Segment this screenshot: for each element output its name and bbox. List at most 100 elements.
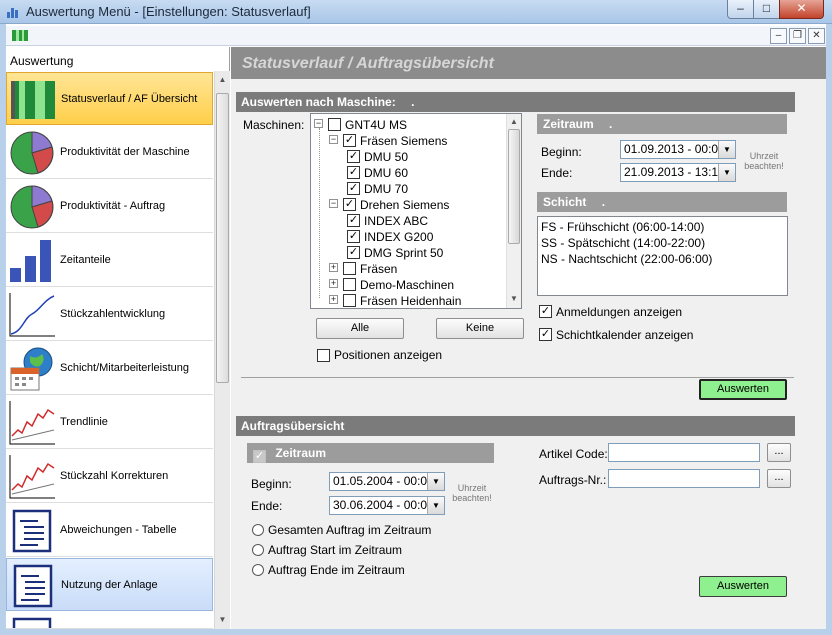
show-shiftcal-checkbox[interactable]: ✓ (539, 328, 552, 341)
select-none-button[interactable]: Keine (436, 318, 524, 339)
evaluate-machines-button[interactable]: Auswerten (699, 379, 787, 400)
order-browse-button[interactable]: ... (767, 469, 791, 488)
tree-checkbox[interactable] (343, 278, 356, 291)
tree-node[interactable]: − ✓ Fräsen Siemens (311, 133, 505, 149)
sidebar-item[interactable]: Schicht/Mitarbeiterleistung (6, 342, 213, 395)
shift-list-item[interactable]: FS - Frühschicht (06:00-14:00) (541, 219, 784, 235)
evaluate-orders-button[interactable]: Auswerten (699, 576, 787, 597)
chevron-down-icon[interactable]: ▼ (718, 164, 735, 181)
tree-node[interactable]: ✓ DMU 70 (311, 181, 505, 197)
shift-list-item[interactable]: SS - Spätschicht (14:00-22:00) (541, 235, 784, 251)
tree-node-label: DMG Sprint 50 (364, 246, 444, 260)
tree-node[interactable]: ✓ INDEX G200 (311, 229, 505, 245)
close-button[interactable]: ✕ (779, 0, 824, 19)
order-zeitraum-checkbox[interactable]: ✓ (253, 450, 266, 463)
begin-date-picker[interactable]: 01.09.2013 - 00:00 ▼ (620, 140, 736, 159)
tree-checkbox[interactable]: ✓ (347, 246, 360, 259)
mdi-restore-button[interactable]: ❐ (789, 28, 806, 44)
tree-node-label: Drehen Siemens (360, 198, 450, 212)
sidebar-item[interactable]: Stückzahl Korrekturen (6, 450, 213, 503)
machine-tree[interactable]: − GNT4U MS − ✓ Fräsen Siemens ✓ DMU 50 ✓ DMU 60 ✓… (310, 113, 522, 309)
sidebar-item[interactable]: Stückzahlentwicklung (6, 288, 213, 341)
tree-node[interactable]: ✓ DMG Sprint 50 (311, 245, 505, 261)
tree-checkbox[interactable]: ✓ (347, 214, 360, 227)
tree-node[interactable]: + Fräsen Heidenhain (311, 293, 505, 308)
tree-checkbox[interactable]: ✓ (347, 230, 360, 243)
title-bar[interactable]: Auswertung Menü - [Einstellungen: Status… (0, 0, 832, 24)
collapse-icon[interactable]: − (329, 199, 338, 208)
collapse-icon[interactable]: − (329, 135, 338, 144)
expand-icon[interactable]: + (329, 263, 338, 272)
tree-node[interactable]: ✓ INDEX ABC (311, 213, 505, 229)
chevron-down-icon[interactable]: ▼ (427, 473, 444, 490)
sidebar-item[interactable]: Zeitanteile (6, 234, 213, 287)
chevron-down-icon[interactable]: ▼ (427, 497, 444, 514)
expand-icon[interactable]: + (329, 279, 338, 288)
maximize-button[interactable]: □ (753, 0, 780, 19)
order-range-radio[interactable] (252, 524, 264, 536)
tree-node[interactable]: + Demo-Maschinen (311, 277, 505, 293)
show-logins-checkbox[interactable]: ✓ (539, 305, 552, 318)
sidebar-item-label: Abweichungen - Tabelle (60, 524, 177, 536)
tree-checkbox[interactable]: ✓ (343, 198, 356, 211)
tree-checkbox[interactable]: ✓ (347, 182, 360, 195)
order-number-label: Auftrags-Nr.: (539, 473, 607, 487)
article-browse-button[interactable]: ... (767, 443, 791, 462)
tree-node[interactable]: − GNT4U MS (311, 117, 505, 133)
begin-label: Beginn: (541, 145, 582, 159)
sidebar-item[interactable]: Abweichungen - Tabelle (6, 504, 213, 557)
order-begin-date-picker[interactable]: 01.05.2004 - 00:00 ▼ (329, 472, 445, 491)
tree-checkbox[interactable] (328, 118, 341, 131)
positions-checkbox[interactable] (317, 349, 330, 362)
order-begin-value: 01.05.2004 - 00:00 (333, 474, 434, 488)
select-all-button[interactable]: Alle (316, 318, 404, 339)
order-end-date-picker[interactable]: 30.06.2004 - 00:00 ▼ (329, 496, 445, 515)
zeitraum-header-suffix: . (609, 117, 613, 131)
order-time-note: Uhrzeit beachten! (449, 483, 495, 503)
end-date-picker[interactable]: 21.09.2013 - 13:16 ▼ (620, 163, 736, 182)
order-range-radio[interactable] (252, 564, 264, 576)
tree-node[interactable]: + Fräsen (311, 261, 505, 277)
tree-scrollbar[interactable]: ▲ ▼ (506, 114, 521, 308)
order-time-note-line2: beachten! (452, 493, 492, 503)
order-range-radio-label: Auftrag Start im Zeitraum (268, 543, 403, 557)
shift-list[interactable]: FS - Frühschicht (06:00-14:00) SS - Späts… (537, 216, 788, 296)
chevron-down-icon[interactable]: ▼ (718, 141, 735, 158)
tree-node[interactable]: ✓ DMU 50 (311, 149, 505, 165)
order-number-input[interactable] (608, 469, 760, 488)
tree-checkbox[interactable]: ✓ (347, 150, 360, 163)
scroll-down-icon[interactable]: ▼ (216, 613, 229, 627)
tree-checkbox[interactable] (343, 262, 356, 275)
tree-scroll-down-icon[interactable]: ▼ (508, 292, 520, 306)
expand-icon[interactable]: + (329, 295, 338, 304)
mdi-minimize-button[interactable]: – (770, 28, 787, 44)
tree-checkbox[interactable] (343, 294, 356, 307)
sidebar-item[interactable]: Nutzung der Anlage (6, 558, 213, 611)
minimize-button[interactable]: – (727, 0, 754, 19)
article-code-input[interactable] (608, 443, 760, 462)
tree-scroll-up-icon[interactable]: ▲ (508, 115, 520, 129)
order-end-value: 30.06.2004 - 00:00 (333, 498, 434, 512)
tree-checkbox[interactable]: ✓ (347, 166, 360, 179)
machines-header-suffix: . (411, 95, 415, 109)
sidebar-item[interactable]: Produktivität der Maschine (6, 126, 213, 179)
tree-node-label: Fräsen Heidenhain (360, 294, 462, 308)
mdi-close-button[interactable]: ✕ (808, 28, 825, 44)
tree-scrollbar-thumb[interactable] (508, 129, 520, 244)
tree-checkbox[interactable]: ✓ (343, 134, 356, 147)
order-zeitraum-label: Zeitraum (275, 446, 327, 460)
tree-node[interactable]: ✓ DMU 60 (311, 165, 505, 181)
table-doc-icon (8, 508, 56, 554)
sidebar-item[interactable]: Statusverlauf / AF Übersicht (6, 72, 213, 125)
sidebar-item[interactable]: Trendlinie (6, 396, 213, 449)
scroll-up-icon[interactable]: ▲ (216, 73, 229, 87)
order-range-radio[interactable] (252, 544, 264, 556)
sidebar-scrollbar[interactable]: ▲ ▼ (214, 71, 230, 629)
collapse-icon[interactable]: − (314, 119, 323, 128)
scrollbar-thumb[interactable] (216, 93, 229, 383)
sidebar-item[interactable] (6, 612, 213, 629)
sidebar-item[interactable]: Produktivität - Auftrag (6, 180, 213, 233)
mdi-strip: – ❐ ✕ (6, 26, 826, 46)
shift-list-item[interactable]: NS - Nachtschicht (22:00-06:00) (541, 251, 784, 267)
tree-node[interactable]: − ✓ Drehen Siemens (311, 197, 505, 213)
